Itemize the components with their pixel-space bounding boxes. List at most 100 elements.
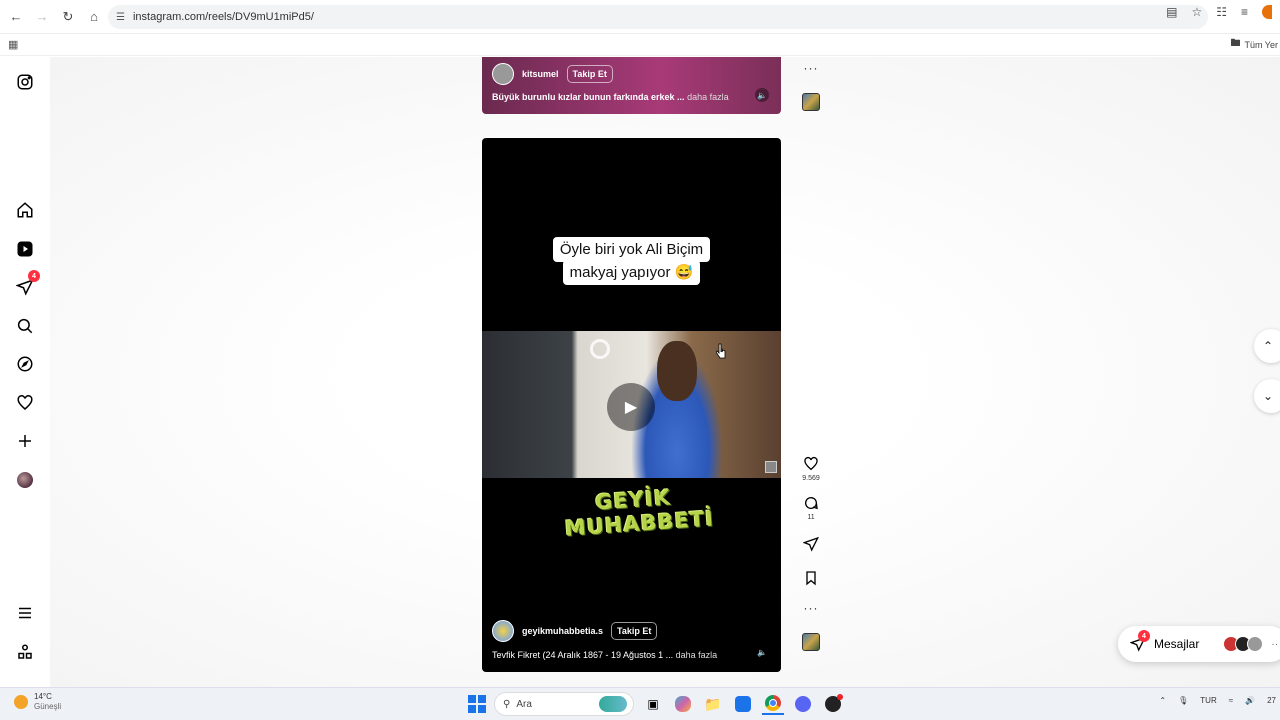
reel-follow-button[interactable]: Takip Et (611, 622, 658, 640)
all-bookmarks-button[interactable]: 🖿 Tüm Yer (1230, 36, 1278, 53)
share-send-icon[interactable] (802, 535, 820, 553)
reel-user-row: geyikmuhabbetia.s Takip Et (492, 620, 658, 642)
prev-reel-follow-button[interactable]: Takip Et (566, 65, 613, 83)
reel-audio-thumb[interactable] (802, 633, 820, 651)
heart-nav-icon[interactable] (14, 392, 36, 414)
bookmark-star-icon[interactable]: ☆ (1191, 5, 1202, 19)
apps-grid-icon[interactable]: ▦ (8, 38, 18, 51)
video-person-hair (657, 341, 697, 401)
reload-icon[interactable]: ↻ (56, 5, 80, 29)
create-plus-icon[interactable] (14, 430, 36, 452)
extensions-icon[interactable]: ☷ (1216, 5, 1227, 19)
prev-reel-more-options-icon[interactable]: ··· (804, 61, 819, 75)
messages-badge: 4 (1138, 630, 1150, 642)
profile-avatar[interactable] (14, 469, 36, 491)
url-text: instagram.com/reels/DV9mU1miPd5/ (132, 11, 314, 23)
windows-taskbar: 14°C Güneşli ⚲ Ara ▣ 📁 ⌃ 🎙 TUR ≈ 🔊 27 (0, 687, 1280, 720)
chrome-icon[interactable] (762, 693, 784, 715)
back-icon[interactable]: ← (4, 5, 28, 29)
like-heart-icon[interactable] (802, 455, 820, 473)
reel-overlay-text: Öyle biri yok Ali Biçim makyaj yapıyor 😅 (540, 237, 723, 285)
reel-avatar[interactable] (492, 620, 514, 642)
app-icon[interactable] (822, 693, 844, 715)
tray-chevron-icon[interactable]: ⌃ (1159, 696, 1166, 705)
reel-more-options-icon[interactable]: ··· (804, 601, 819, 615)
address-bar[interactable]: ☰ instagram.com/reels/DV9mU1miPd5/ (108, 5, 1208, 29)
copilot-icon[interactable] (675, 696, 691, 712)
site-info-icon[interactable]: ☰ (116, 12, 125, 23)
toolbar-right: ▤ ☆ ☷ ≡ (1166, 5, 1280, 19)
profile-icon[interactable] (1262, 5, 1272, 19)
explore-nav-icon[interactable] (14, 353, 36, 375)
store-icon[interactable] (735, 696, 751, 712)
reel-caption-text: Tevfik Fikret (24 Aralık 1867 - 19 Ağust… (492, 650, 674, 660)
search-nav-icon[interactable] (14, 315, 36, 337)
comment-icon[interactable] (802, 494, 820, 512)
task-view-icon[interactable]: ▣ (642, 693, 664, 715)
messages-nav-icon[interactable]: 4 (14, 270, 40, 298)
loading-ring-icon (590, 339, 610, 359)
discord-icon[interactable] (792, 693, 814, 715)
language-indicator[interactable]: TUR (1200, 696, 1216, 705)
messages-more-icon: ·· (1271, 638, 1279, 650)
home-icon[interactable]: ⌂ (82, 5, 106, 29)
prev-reel-caption-text: Büyük burunlu kızlar bunun farkında erke… (492, 92, 685, 102)
taskbar-apps: ⚲ Ara ▣ 📁 (468, 692, 844, 716)
messages-pill[interactable]: 4 Mesajlar ·· (1118, 626, 1280, 662)
mouse-cursor (715, 343, 726, 359)
overlay-line-1: Öyle biri yok Ali Biçim (552, 237, 711, 262)
prev-reel-more-link[interactable]: daha fazla (687, 92, 729, 102)
prev-reel-user-row: kitsumel Takip Et (492, 63, 613, 85)
show-logo: GEYİK MUHABBETİ (562, 483, 715, 540)
prev-reel-actions: ··· (795, 61, 827, 111)
messages-label: Mesajlar (1154, 637, 1200, 651)
prev-reel-audio-thumb[interactable] (802, 93, 820, 111)
menu-hamburger-icon[interactable] (14, 602, 36, 624)
previous-reel-button[interactable]: ⌃ (1254, 329, 1280, 363)
current-reel[interactable]: Öyle biri yok Ali Biçim makyaj yapıyor 😅… (482, 138, 781, 672)
browser-toolbar: ← → ↻ ⌂ ☰ instagram.com/reels/DV9mU1miPd… (0, 0, 1280, 34)
prev-reel-avatar[interactable] (492, 63, 514, 85)
reel-more-link[interactable]: daha fazla (676, 650, 718, 660)
clock[interactable]: 27 (1267, 696, 1276, 705)
play-icon[interactable]: ▶ (607, 383, 655, 431)
reel-sound-icon[interactable]: 🔈 (755, 645, 769, 659)
home-nav-icon[interactable] (14, 199, 36, 221)
messages-send-icon: 4 (1129, 630, 1150, 652)
comment-count[interactable]: 11 (807, 514, 814, 521)
volume-icon[interactable]: 🔊 (1245, 696, 1255, 705)
wifi-icon[interactable]: ≈ (1229, 696, 1233, 705)
prev-reel-username[interactable]: kitsumel (522, 69, 559, 79)
system-tray: ⌃ 🎙 TUR ≈ 🔊 27 (1159, 696, 1280, 705)
reels-nav-icon[interactable] (14, 238, 36, 260)
weather-text: 14°C Güneşli (34, 692, 61, 712)
notifications-badge: 4 (28, 270, 40, 282)
all-bookmarks-label: Tüm Yer (1244, 39, 1278, 50)
instagram-logo-icon[interactable] (14, 71, 36, 93)
file-explorer-icon[interactable]: 📁 (702, 693, 724, 715)
weather-temperature: 14°C (34, 692, 52, 701)
instagram-sidebar: 4 (0, 57, 50, 687)
microphone-icon[interactable]: 🎙 (1178, 696, 1188, 705)
folder-icon: 🖿 (1230, 38, 1241, 49)
taskbar-search-placeholder: Ara (516, 698, 532, 710)
taskbar-search[interactable]: ⚲ Ara (494, 692, 634, 716)
like-count[interactable]: 9.569 (802, 475, 820, 482)
avatar (17, 472, 33, 488)
install-app-icon[interactable]: ▤ (1166, 5, 1177, 19)
video-frame[interactable]: ▶ (482, 331, 781, 478)
previous-reel[interactable]: kitsumel Takip Et Büyük burunlu kızlar b… (482, 57, 781, 114)
bookmarks-bar: ▦ 🖿 Tüm Yer (0, 34, 1280, 56)
save-bookmark-icon[interactable] (802, 569, 820, 587)
forward-icon[interactable]: → (30, 5, 54, 29)
windows-start-icon[interactable] (468, 695, 486, 713)
search-highlight-icon (599, 696, 627, 712)
reading-list-icon[interactable]: ≡ (1241, 5, 1248, 19)
meta-apps-icon[interactable] (14, 641, 36, 663)
sun-icon (14, 695, 28, 709)
prev-reel-caption: Büyük burunlu kızlar bunun farkında erke… (492, 92, 729, 102)
next-reel-button[interactable]: ⌄ (1254, 379, 1280, 413)
reel-username[interactable]: geyikmuhabbetia.s (522, 626, 603, 636)
prev-reel-sound-icon[interactable]: 🔈 (755, 88, 769, 102)
weather-widget[interactable]: 14°C Güneşli (14, 692, 61, 712)
